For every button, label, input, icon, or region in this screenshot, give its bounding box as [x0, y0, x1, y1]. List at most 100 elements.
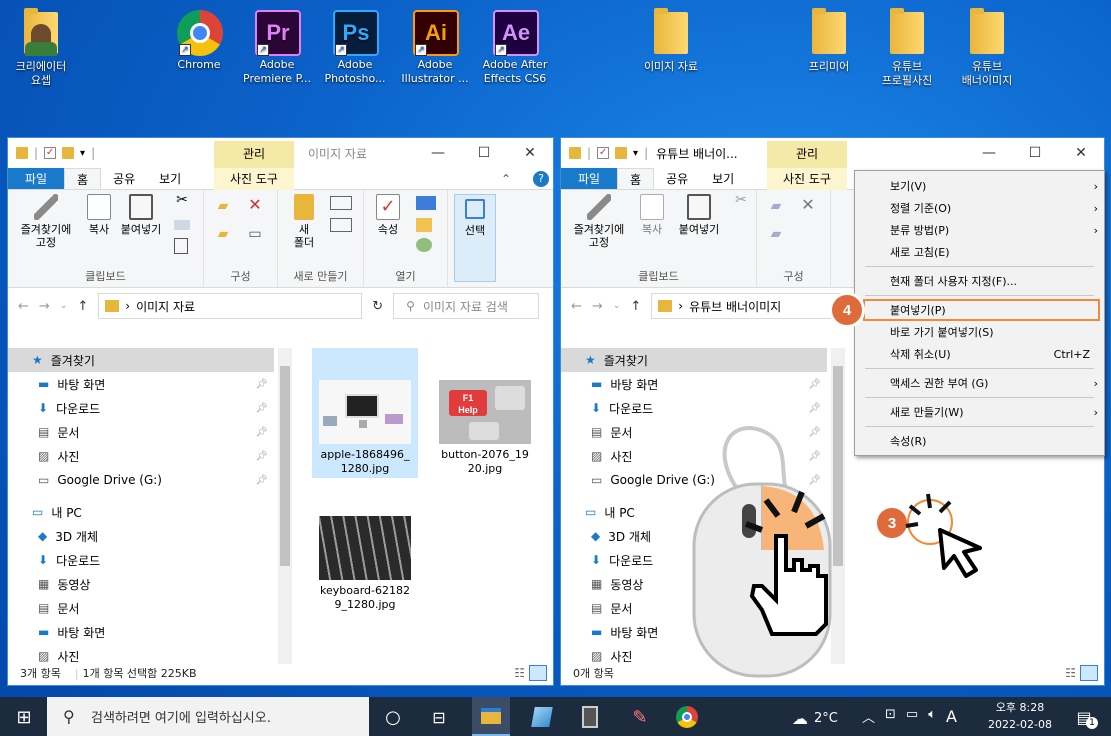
paste-button[interactable]: 붙여넣기: [120, 190, 162, 236]
pin-icon[interactable]: 📌︎: [255, 451, 268, 462]
copy-path-icon[interactable]: [174, 220, 190, 230]
desktop-icon-user[interactable]: 크리에이터 요셉: [2, 8, 80, 88]
tab-file[interactable]: 파일: [8, 168, 64, 189]
nav-item[interactable]: ▦ 동영상: [8, 572, 274, 596]
pin-icon[interactable]: 📌︎: [255, 427, 268, 438]
minimize-button[interactable]: —: [415, 138, 461, 168]
refresh-icon[interactable]: ↻: [372, 299, 383, 314]
close-button[interactable]: ✕: [1058, 138, 1104, 168]
desktop-icon-image-folder[interactable]: 이미지 자료: [632, 8, 710, 74]
tab-home[interactable]: 홈: [64, 168, 102, 189]
rename-icon[interactable]: ▭: [244, 227, 266, 241]
context-menu-item[interactable]: 현재 폴더 사용자 지정(F)...: [855, 270, 1104, 292]
help-icon[interactable]: ?: [533, 171, 549, 187]
context-tab-manage[interactable]: 관리: [767, 141, 847, 168]
nav-item[interactable]: ▬ 바탕 화면 📌︎: [8, 372, 274, 396]
tab-share[interactable]: 공유: [654, 168, 700, 189]
nav-item[interactable]: ⬇ 다운로드: [8, 548, 274, 572]
properties-button[interactable]: ✓ 속성: [370, 190, 406, 236]
up-icon[interactable]: ↑: [77, 299, 88, 314]
forward-icon[interactable]: →: [39, 299, 50, 314]
nav-item[interactable]: ▨ 사진 📌︎: [8, 444, 274, 468]
context-menu-item[interactable]: 삭제 취소(U) Ctrl+Z: [855, 343, 1104, 365]
edit-icon[interactable]: [416, 218, 432, 232]
back-icon[interactable]: ←: [18, 299, 29, 314]
pin-to-quick-access-button[interactable]: 즐겨찾기에 고정: [565, 190, 633, 249]
forward-icon[interactable]: →: [592, 299, 603, 314]
file-item[interactable]: apple-1868496_ 1280.jpg: [312, 348, 418, 478]
desktop-icon-photoshop[interactable]: Ps ↗ Adobe Photosho...: [316, 10, 394, 86]
volume-icon[interactable]: 🔈︎: [928, 707, 936, 726]
copy-button[interactable]: 복사: [82, 190, 116, 236]
dropdown-icon[interactable]: ⌄: [60, 301, 68, 311]
file-item[interactable]: keyboard-62182 9_1280.jpg: [312, 484, 418, 614]
context-menu-item[interactable]: 새로 고침(E): [855, 241, 1104, 263]
paste-shortcut-icon[interactable]: [174, 238, 188, 254]
properties-icon[interactable]: ✓: [44, 147, 57, 159]
context-menu-item[interactable]: 보기(V) ›: [855, 175, 1104, 197]
notification-icon[interactable]: ▤ 1: [1070, 703, 1098, 731]
new-item-icon[interactable]: [330, 196, 352, 210]
network-icon[interactable]: ⊡: [885, 707, 896, 726]
move-to-icon[interactable]: ▰: [212, 199, 234, 213]
context-tab-manage[interactable]: 관리: [214, 141, 294, 168]
chevron-down-icon[interactable]: ▾: [80, 148, 85, 159]
delete-icon[interactable]: ✕: [797, 197, 819, 213]
chevron-up-icon[interactable]: ︿: [862, 707, 875, 726]
desktop-icon-illustrator[interactable]: Ai ↗ Adobe Illustrator ...: [396, 10, 474, 86]
maximize-button[interactable]: ☐: [1012, 138, 1058, 168]
paste-button[interactable]: 붙여넣기: [673, 190, 725, 236]
timeline-icon[interactable]: ⊟: [425, 703, 453, 731]
new-folder-button[interactable]: 새 폴더: [286, 190, 322, 249]
nav-item[interactable]: ▭ Google Drive (G:) 📌︎: [8, 468, 274, 492]
new-folder-icon[interactable]: [62, 147, 75, 159]
tab-picture-tools[interactable]: 사진 도구: [767, 168, 847, 190]
large-icons-view-icon[interactable]: [529, 665, 547, 681]
nav-item[interactable]: ▤ 문서 📌︎: [8, 420, 274, 444]
pin-icon[interactable]: 📌︎: [255, 475, 268, 486]
tab-file[interactable]: 파일: [561, 168, 617, 189]
address-bar[interactable]: › 이미지 자료: [98, 293, 363, 319]
chevron-down-icon[interactable]: ▾: [633, 148, 638, 159]
pin-icon[interactable]: 📌︎: [255, 379, 268, 390]
ime-indicator[interactable]: A: [946, 707, 957, 726]
pin-icon[interactable]: 📌︎: [255, 403, 268, 414]
desktop-icon-banner-folder[interactable]: 유튜브 배너이미지: [948, 8, 1026, 88]
close-button[interactable]: ✕: [507, 138, 553, 168]
open-icon[interactable]: [416, 196, 436, 210]
taskbar-search-input[interactable]: ⚲ 검색하려면 여기에 입력하십시오.: [47, 697, 369, 736]
desktop-icon-chrome[interactable]: ↗ Chrome: [160, 10, 238, 72]
copy-button[interactable]: 복사: [635, 190, 669, 236]
pin-icon[interactable]: 📌︎: [808, 403, 821, 414]
copy-to-icon[interactable]: ▰: [212, 227, 234, 241]
nav-item[interactable]: ⬇ 다운로드 📌︎: [561, 396, 827, 420]
details-view-icon[interactable]: ☷: [514, 666, 525, 680]
context-menu-item[interactable]: 새로 만들기(W) ›: [855, 401, 1104, 423]
move-to-icon[interactable]: ▰: [765, 199, 787, 213]
history-icon[interactable]: [416, 238, 432, 252]
weather-temp[interactable]: 2°C: [814, 711, 838, 726]
select-button[interactable]: 선택: [454, 194, 496, 282]
chrome-taskbar-icon[interactable]: [673, 703, 701, 731]
windows-start-icon[interactable]: ⊞: [10, 703, 38, 731]
address-bar[interactable]: › 유튜브 배너이미지: [651, 293, 852, 319]
maximize-button[interactable]: ☐: [461, 138, 507, 168]
desktop-icon-profile-folder[interactable]: 유튜브 프로필사진: [868, 8, 946, 88]
file-item[interactable]: F1 Help button-2076_19 20.jpg: [432, 348, 538, 478]
tab-view[interactable]: 보기: [700, 168, 746, 189]
weather-icon[interactable]: ☁: [792, 709, 808, 728]
nav-item[interactable]: ★ 즐겨찾기: [561, 348, 827, 372]
nav-item[interactable]: ▤ 문서: [8, 596, 274, 620]
back-icon[interactable]: ←: [571, 299, 582, 314]
dropdown-icon[interactable]: ⌄: [613, 301, 621, 311]
tab-view[interactable]: 보기: [147, 168, 193, 189]
pin-to-quick-access-button[interactable]: 즐겨찾기에 고정: [12, 190, 80, 249]
search-input[interactable]: ⚲ 이미지 자료 검색: [393, 293, 540, 319]
copy-to-icon[interactable]: ▰: [765, 227, 787, 241]
context-menu-item[interactable]: 속성(R): [855, 430, 1104, 452]
properties-icon[interactable]: ✓: [597, 147, 610, 159]
nav-item[interactable]: ▬ 바탕 화면 📌︎: [561, 372, 827, 396]
nav-scrollbar[interactable]: [278, 348, 292, 664]
details-view-icon[interactable]: ☷: [1065, 666, 1076, 680]
easy-access-icon[interactable]: [330, 218, 352, 232]
